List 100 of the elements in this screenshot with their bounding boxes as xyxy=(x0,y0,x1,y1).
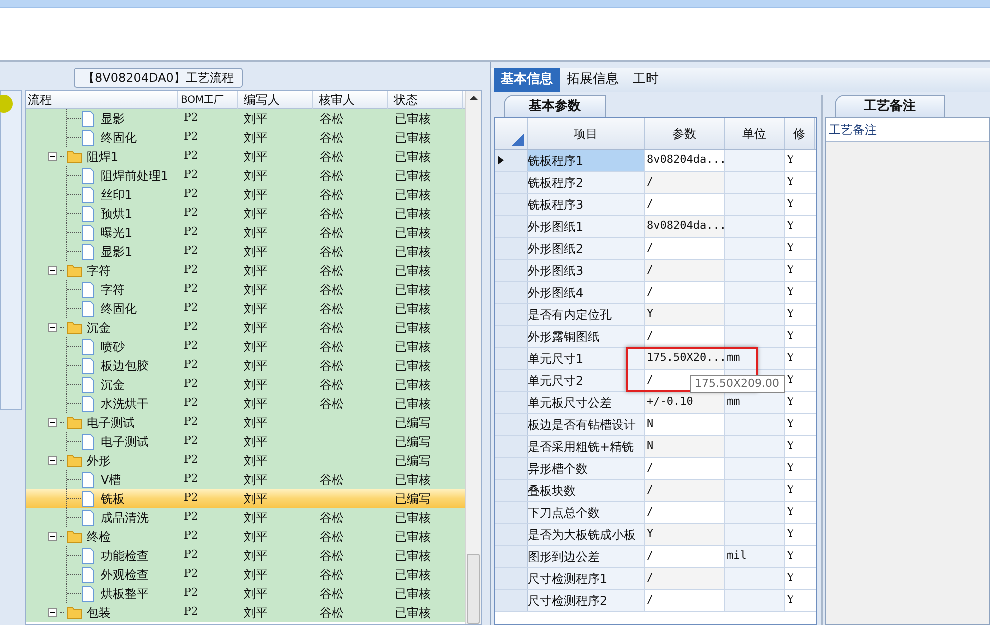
collapse-toggle[interactable] xyxy=(48,418,57,427)
table-cell-text: 刘平 xyxy=(243,186,269,204)
tree-row[interactable]: 终检 P2 刘平 谷松 已审核 xyxy=(26,527,465,546)
column-header[interactable]: 项目 xyxy=(528,118,645,149)
table-cell-text: 刘平 xyxy=(243,300,269,318)
tab[interactable]: 工时 xyxy=(626,68,666,92)
tree-row[interactable]: 沉金 P2 刘平 谷松 已审核 xyxy=(26,318,465,337)
table-cell-text: 刘平 xyxy=(243,320,269,336)
grid-row[interactable]: 图形到边公差 / mil Y xyxy=(495,546,816,568)
grid-row[interactable]: 外形图纸2 / Y xyxy=(495,238,816,260)
collapse-toggle[interactable] xyxy=(48,532,57,541)
table-cell-text: P2 xyxy=(183,528,200,544)
grid-row[interactable]: 异形槽个数 / Y xyxy=(495,458,816,480)
collapse-toggle[interactable] xyxy=(48,323,57,332)
tree-row[interactable]: 喷砂 P2 刘平 谷松 已审核 xyxy=(26,337,465,356)
tree-row[interactable]: 预烘1 P2 刘平 谷松 已审核 xyxy=(26,204,465,223)
tree-row[interactable]: 包装 P2 刘平 谷松 已审核 xyxy=(26,603,465,622)
document-icon xyxy=(81,224,95,240)
tree-row[interactable]: 终固化 P2 刘平 谷松 已审核 xyxy=(26,128,465,147)
tree-row[interactable]: 阻焊前处理1 P2 刘平 谷松 已审核 xyxy=(26,166,465,185)
table-cell-text: P2 xyxy=(183,281,200,298)
column-header[interactable]: 参数 xyxy=(645,118,725,149)
scroll-thumb[interactable] xyxy=(467,554,480,624)
table-cell-text: P2 xyxy=(183,129,200,146)
table-cell-text: 已审核 xyxy=(394,320,432,336)
grid-row[interactable]: 外形图纸1 8v08204da... Y xyxy=(495,216,816,238)
grid-row[interactable]: 外形露铜图纸 / Y xyxy=(495,326,816,348)
grid-row[interactable]: 铣板程序2 / Y xyxy=(495,172,816,194)
tree-row[interactable]: 显影1 P2 刘平 谷松 已审核 xyxy=(26,242,465,261)
tab[interactable]: 基本信息 xyxy=(494,68,560,92)
grid-row[interactable]: 是否采用粗铣+精铣 N Y xyxy=(495,436,816,458)
grid-row[interactable]: 尺寸检测程序2 / Y xyxy=(495,590,816,612)
table-cell-text: 刘平 xyxy=(243,604,269,622)
tree-row[interactable]: 成品清洗 P2 刘平 谷松 已审核 xyxy=(26,508,465,527)
table-cell-text: 已编写 xyxy=(394,452,432,470)
document-icon xyxy=(81,186,95,202)
tab[interactable]: 拓展信息 xyxy=(560,68,626,92)
grid-row[interactable]: 外形图纸3 / Y xyxy=(495,260,816,282)
collapse-toggle[interactable] xyxy=(48,456,57,465)
grid-row[interactable]: 单元尺寸1 175.50X20...mm Y xyxy=(495,348,816,370)
grid-row[interactable]: 板边是否有钻槽设计 N Y xyxy=(495,414,816,436)
tree-row[interactable]: 字符 P2 刘平 谷松 已审核 xyxy=(26,280,465,299)
tree-row[interactable]: 沉金 P2 刘平 谷松 已审核 xyxy=(26,375,465,394)
folder-icon xyxy=(67,320,83,334)
grid-row[interactable]: 是否有内定位孔 Y Y xyxy=(495,304,816,326)
tree-row[interactable]: 板边包胶 P2 刘平 谷松 已审核 xyxy=(26,356,465,375)
collapse-toggle[interactable] xyxy=(48,266,57,275)
tree-row[interactable]: 曝光1 P2 刘平 谷松 已审核 xyxy=(26,223,465,242)
collapse-toggle[interactable] xyxy=(48,608,57,617)
table-cell-text: 已审核 xyxy=(394,566,432,584)
row-header xyxy=(495,392,528,413)
tree-row[interactable]: 铣板 P2 刘平 已编写 xyxy=(26,489,465,508)
table-cell-text: 谷松 xyxy=(319,338,345,356)
grid-row[interactable]: 是否为大板铣成小板 Y Y xyxy=(495,524,816,546)
grid-row[interactable]: 外形图纸4 / Y xyxy=(495,282,816,304)
grid-row[interactable]: 叠板块数 / Y xyxy=(495,480,816,502)
table-cell: Y xyxy=(645,524,725,545)
tree-row[interactable]: 电子测试 P2 刘平 已编写 xyxy=(26,432,465,451)
grid-row[interactable]: 尺寸检测程序1 / Y xyxy=(495,568,816,590)
table-cell-text: P2 xyxy=(183,509,200,526)
table-cell-text: 谷松 xyxy=(319,148,345,166)
table-cell: / xyxy=(645,458,725,479)
column-header[interactable]: 单位 xyxy=(725,118,785,149)
panel-tab[interactable]: 工艺备注 xyxy=(835,95,945,117)
table-cell: / xyxy=(645,282,725,303)
document-icon xyxy=(81,130,95,146)
tree-row[interactable]: 外观检查 P2 刘平 谷松 已审核 xyxy=(26,565,465,584)
grid-row[interactable]: 铣板程序1 8v08204da... Y xyxy=(495,150,816,172)
table-cell-text: 刘平 xyxy=(243,224,269,242)
table-cell-text: 谷松 xyxy=(319,300,345,318)
table-cell-text: 刘平 xyxy=(243,490,269,508)
tree-row[interactable]: 水洗烘干 P2 刘平 谷松 已审核 xyxy=(26,394,465,413)
row-header xyxy=(495,216,528,237)
tree-row[interactable]: 烘板整平 P2 刘平 谷松 已审核 xyxy=(26,584,465,603)
table-cell-text: 刘平 xyxy=(243,376,269,394)
table-cell-text: 已审核 xyxy=(394,168,432,184)
column-header[interactable]: 修 xyxy=(785,118,815,149)
tree-row[interactable]: V槽 P2 刘平 谷松 已审核 xyxy=(26,470,465,489)
tree-row[interactable]: 显影 P2 刘平 谷松 已审核 xyxy=(26,109,465,128)
table-cell-text: 谷松 xyxy=(319,110,345,128)
grid-row[interactable]: 铣板程序3 / Y xyxy=(495,194,816,216)
tree-row[interactable]: 阻焊1 P2 刘平 谷松 已审核 xyxy=(26,147,465,166)
tree-item-label: 成品清洗 xyxy=(101,510,149,526)
scrollbar[interactable] xyxy=(465,91,481,624)
table-cell-text: 刘平 xyxy=(243,528,269,546)
tree-row[interactable]: 字符 P2 刘平 谷松 已审核 xyxy=(26,261,465,280)
row-header xyxy=(495,194,528,215)
tree-row[interactable]: 外形 P2 刘平 已编写 xyxy=(26,451,465,470)
row-pointer-icon xyxy=(498,156,504,165)
panel-tab[interactable]: 基本参数 xyxy=(504,95,606,117)
table-cell-text: 已审核 xyxy=(394,244,432,260)
collapse-toggle[interactable] xyxy=(48,152,57,161)
tree-row[interactable]: 功能检查 P2 刘平 谷松 已审核 xyxy=(26,546,465,565)
tree-row[interactable]: 丝印1 P2 刘平 谷松 已审核 xyxy=(26,185,465,204)
tree-row[interactable]: 电子测试 P2 刘平 已编写 xyxy=(26,413,465,432)
tree-row[interactable]: 终固化 P2 刘平 谷松 已审核 xyxy=(26,299,465,318)
table-cell-text: P2 xyxy=(183,357,200,374)
grid-row[interactable]: 单元板尺寸公差 +/-0.10 mm Y xyxy=(495,392,816,414)
grid-row[interactable]: 下刀点总个数 / Y xyxy=(495,502,816,524)
tree-item-label: 包装 xyxy=(87,604,111,622)
